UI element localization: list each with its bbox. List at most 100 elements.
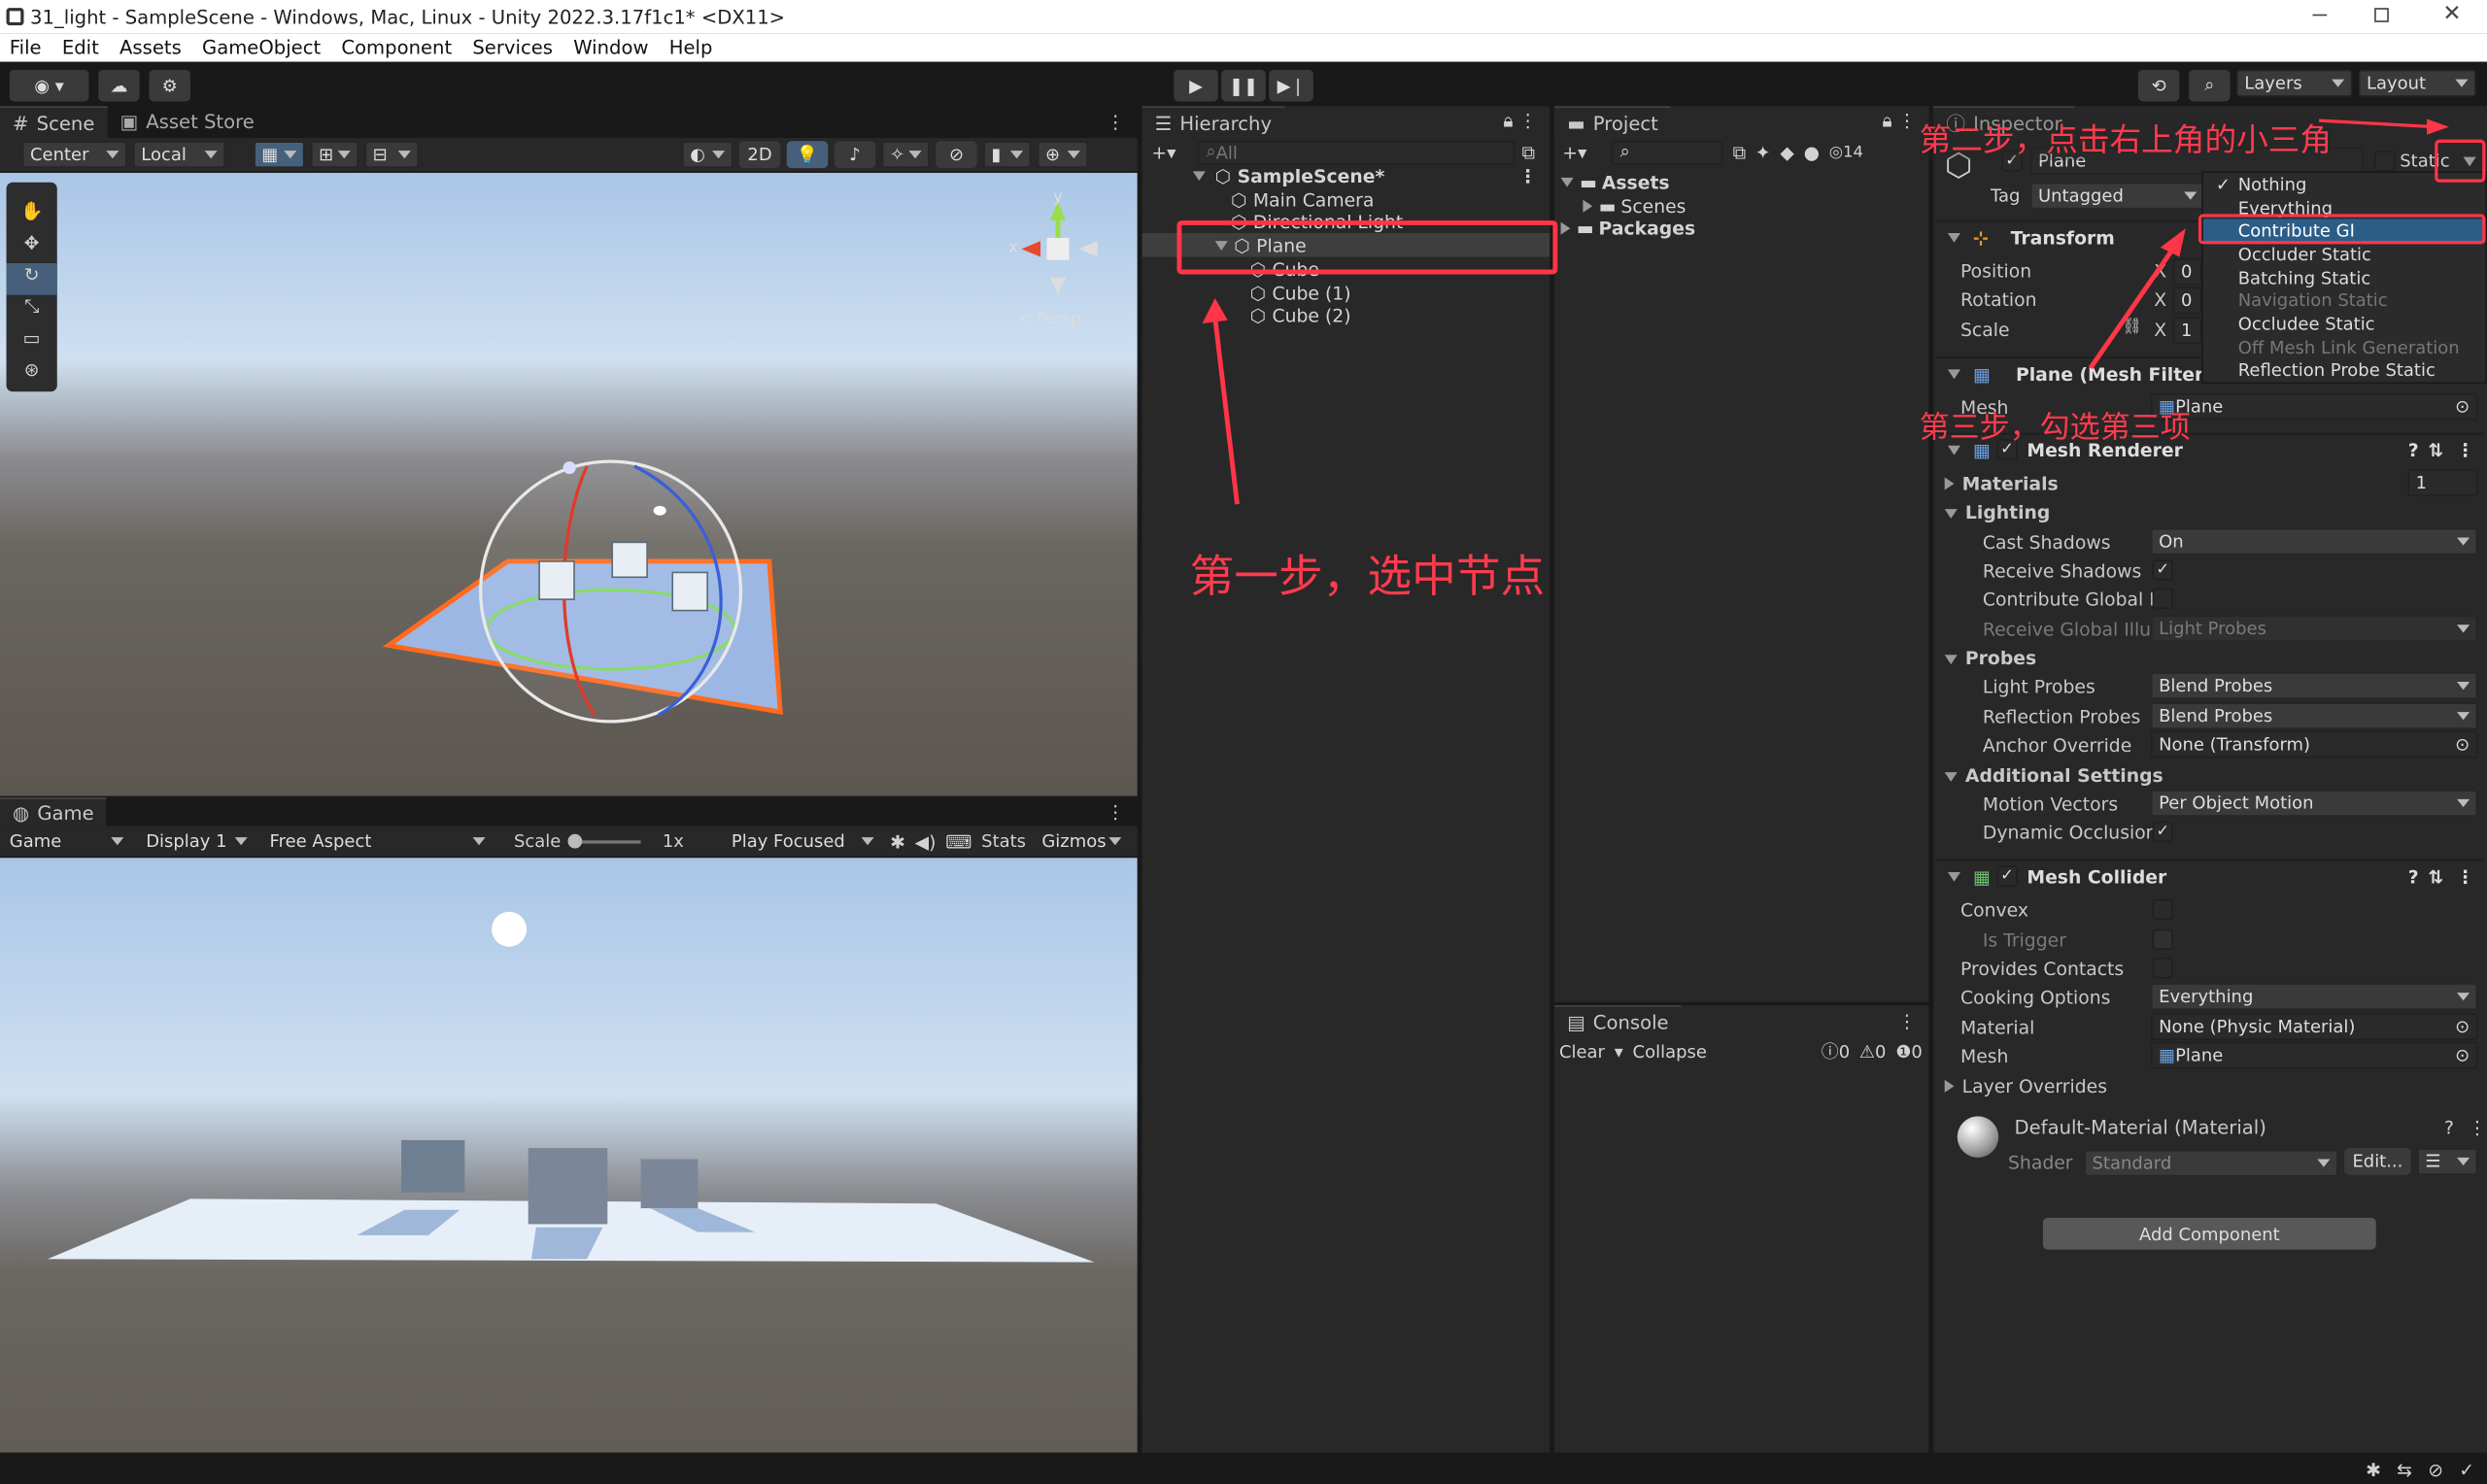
mute-icon[interactable]: ◀) [915,830,937,853]
menu-file[interactable]: File [10,37,42,59]
layout-dropdown[interactable]: Layout [2358,69,2476,97]
tree-item-scenes[interactable]: ▬ Scenes [1554,193,1686,217]
clear-options-icon[interactable]: ▾ [1615,1041,1623,1062]
reflection-probes-dropdown[interactable]: Blend Probes [2150,702,2478,730]
tree-item-packages[interactable]: ▬ Packages [1554,216,1695,239]
keyboard-icon[interactable]: ⌨ [945,830,971,853]
camera-dropdown[interactable]: ▮ [983,141,1032,169]
minimize-icon[interactable] [2312,14,2328,17]
more-icon[interactable]: ⋮ [2468,1116,2486,1138]
convex-checkbox[interactable] [2152,898,2173,920]
edit-shader-button[interactable]: Edit... [2344,1148,2411,1175]
aspect-dropdown[interactable]: Free Aspect [263,827,493,856]
hand-tool-icon[interactable]: ✋ [7,200,57,232]
scene-viewport[interactable]: ✋ ✥ ↻ ⤡ ▭ ⊛ x y < Persp [0,172,1138,796]
tab-game[interactable]: ◍ Game [0,797,107,826]
menu-item-batching-static[interactable]: Batching Static [2203,266,2486,289]
tree-item-assets[interactable]: ▬ Assets [1554,170,1670,193]
filter-icon[interactable]: ⧉ [1521,140,1534,163]
gizmos-dropdown[interactable]: Gizmos [1035,827,1128,856]
transform-tool-icon[interactable]: ⊛ [7,358,57,390]
game-viewport[interactable] [0,858,1138,1453]
more-icon[interactable]: ⋮ [1898,1010,1917,1032]
lighting-toggle-icon[interactable]: 💡 [786,141,829,169]
bug-icon[interactable]: ✱ [890,830,905,853]
lock-icon[interactable]: 🔒︎ ⋮ [1883,110,1917,133]
shader-dropdown[interactable]: Standard [2084,1149,2338,1177]
debug-icon[interactable]: ✱ [2366,1458,2381,1480]
help-icon[interactable]: ? [2444,1116,2454,1138]
help-icon[interactable]: ? [2408,865,2419,888]
dynamic-occlusion-checkbox[interactable]: ✓ [2152,821,2173,842]
layers-dropdown[interactable]: Layers [2236,69,2353,97]
account-button[interactable]: ◉ ▾ [9,69,89,102]
presets-icon[interactable]: ⇅ [2428,865,2443,888]
mesh-collider-enabled-checkbox[interactable]: ✓ [1996,865,2018,887]
menu-edit[interactable]: Edit [62,37,99,59]
step-button[interactable]: ▶❘ [1269,69,1313,102]
snap-increment-dropdown[interactable]: ⊞ [311,141,358,169]
pivot-dropdown[interactable]: Center [21,141,127,169]
materials-foldout[interactable]: Materials [1944,473,2059,494]
tab-asset-store[interactable]: ▣ Asset Store [107,106,267,139]
stats-button[interactable]: Stats [981,831,1026,852]
materials-count-field[interactable]: 1 [2407,469,2478,497]
search-icon[interactable]: ⌕ [2189,69,2231,102]
label-icon[interactable]: ◆ [1780,141,1793,163]
contribute-gi-checkbox[interactable] [2152,588,2173,609]
game-mode-dropdown[interactable]: Game [3,827,130,856]
collab-icon[interactable]: ⚙ [149,69,190,102]
pause-button[interactable]: ❚❚ [1221,69,1266,102]
search-by-type-icon[interactable]: ⧉ [1733,140,1746,163]
presets-icon[interactable]: ⇅ [2428,438,2443,460]
play-mode-dropdown[interactable]: Play Focused [725,827,881,856]
project-search-input[interactable]: ⌕ [1612,140,1723,164]
provides-contacts-checkbox[interactable] [2152,958,2173,979]
add-icon[interactable]: +▾ [1151,141,1175,163]
list-item[interactable]: ⬡ Main Camera [1142,187,1374,211]
menu-window[interactable]: Window [573,37,648,59]
scale-slider[interactable] [566,832,640,848]
audio-toggle-icon[interactable]: ♪ [834,141,876,169]
menu-gameobject[interactable]: GameObject [202,37,321,59]
static-checkbox[interactable] [2374,151,2396,172]
menu-item-reflection-probe-static[interactable]: Reflection Probe Static [2203,359,2486,383]
display-dropdown[interactable]: Display 1 [139,827,255,856]
probes-foldout[interactable]: Probes [1944,647,2036,669]
physic-material-field[interactable]: None (Physic Material) ⊙ [2150,1013,2478,1041]
lock-icon[interactable]: 🔒︎ ⋮ [1503,110,1537,133]
additional-settings-foldout[interactable]: Additional Settings [1944,764,2163,787]
close-icon[interactable]: ✕ [2442,2,2461,27]
help-icon[interactable]: ? [2408,438,2419,460]
hidden-toggle-icon[interactable]: ⊘ [936,141,977,169]
cloud-icon[interactable]: ☁ [98,69,140,102]
move-tool-icon[interactable]: ✥ [7,231,57,263]
scale-x-field[interactable]: 1 [2172,317,2202,345]
receive-shadows-checkbox[interactable]: ✓ [2152,559,2173,581]
play-button[interactable]: ▶ [1174,69,1218,102]
menu-services[interactable]: Services [472,37,553,59]
gizmos-dropdown[interactable]: ⊕ [1037,141,1089,169]
tab-console[interactable]: ▤ Console [1554,1005,1682,1037]
position-x-field[interactable]: 0 [2172,258,2202,286]
menu-item-occludee-static[interactable]: Occludee Static [2203,313,2486,336]
grid-snap-dropdown[interactable]: ▦ [254,141,305,169]
add-icon[interactable]: +▾ [1562,141,1586,163]
cache-icon[interactable]: ⊘ [2428,1458,2443,1480]
collider-mesh-field[interactable]: ▦ Plane ⊙ [2150,1041,2478,1069]
more-icon[interactable]: ⋮ [1107,801,1125,824]
motion-vectors-dropdown[interactable]: Per Object Motion [2150,790,2478,817]
menu-item-occluder-static[interactable]: Occluder Static [2203,243,2486,266]
tab-project[interactable]: ▬ Project [1554,106,1671,139]
light-probes-dropdown[interactable]: Blend Probes [2150,672,2478,700]
shader-options-dropdown[interactable]: ☰ [2417,1148,2478,1175]
more-icon[interactable]: ⋮ [1107,111,1125,133]
scale-tool-icon[interactable]: ⤡ [7,295,57,327]
warning-count[interactable]: ⚠0 [1859,1041,1887,1062]
mesh-field[interactable]: ▦ Plane ⊙ [2150,392,2478,421]
log-count[interactable]: ❶0 [1895,1041,1923,1062]
persp-label[interactable]: < Persp [1018,311,1080,328]
check-icon[interactable]: ✓ [2459,1458,2474,1480]
tag-dropdown[interactable]: Untagged [2029,182,2205,210]
list-item[interactable]: ⬡ Cube (2) [1142,303,1351,326]
